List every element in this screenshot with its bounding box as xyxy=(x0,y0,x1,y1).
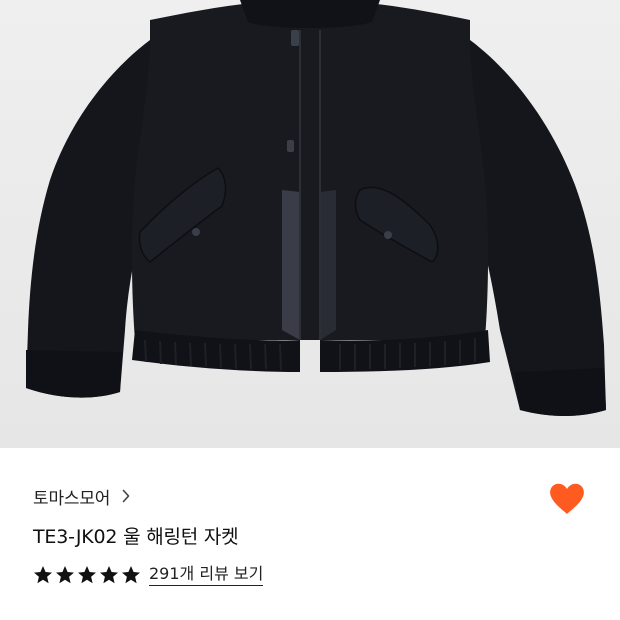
star-rating xyxy=(33,565,141,585)
review-link[interactable]: 291개 리뷰 보기 xyxy=(149,564,264,586)
brand-name: 토마스모어 xyxy=(33,488,111,509)
product-info: 토마스모어 TE3-JK02 울 해링턴 자켓 291개 리뷰 보기 xyxy=(0,448,620,620)
chevron-right-icon xyxy=(122,489,130,503)
star-icon xyxy=(55,565,75,585)
star-icon xyxy=(99,565,119,585)
star-icon xyxy=(77,565,97,585)
product-image[interactable] xyxy=(0,0,620,448)
star-icon xyxy=(33,565,53,585)
like-button[interactable] xyxy=(548,480,586,518)
rating-row: 291개 리뷰 보기 xyxy=(33,562,264,588)
product-title: TE3-JK02 울 해링턴 자켓 xyxy=(33,526,239,548)
heart-icon xyxy=(549,483,585,515)
jacket-illustration xyxy=(0,0,620,448)
star-icon xyxy=(121,565,141,585)
brand-link[interactable]: 토마스모어 xyxy=(33,482,130,510)
